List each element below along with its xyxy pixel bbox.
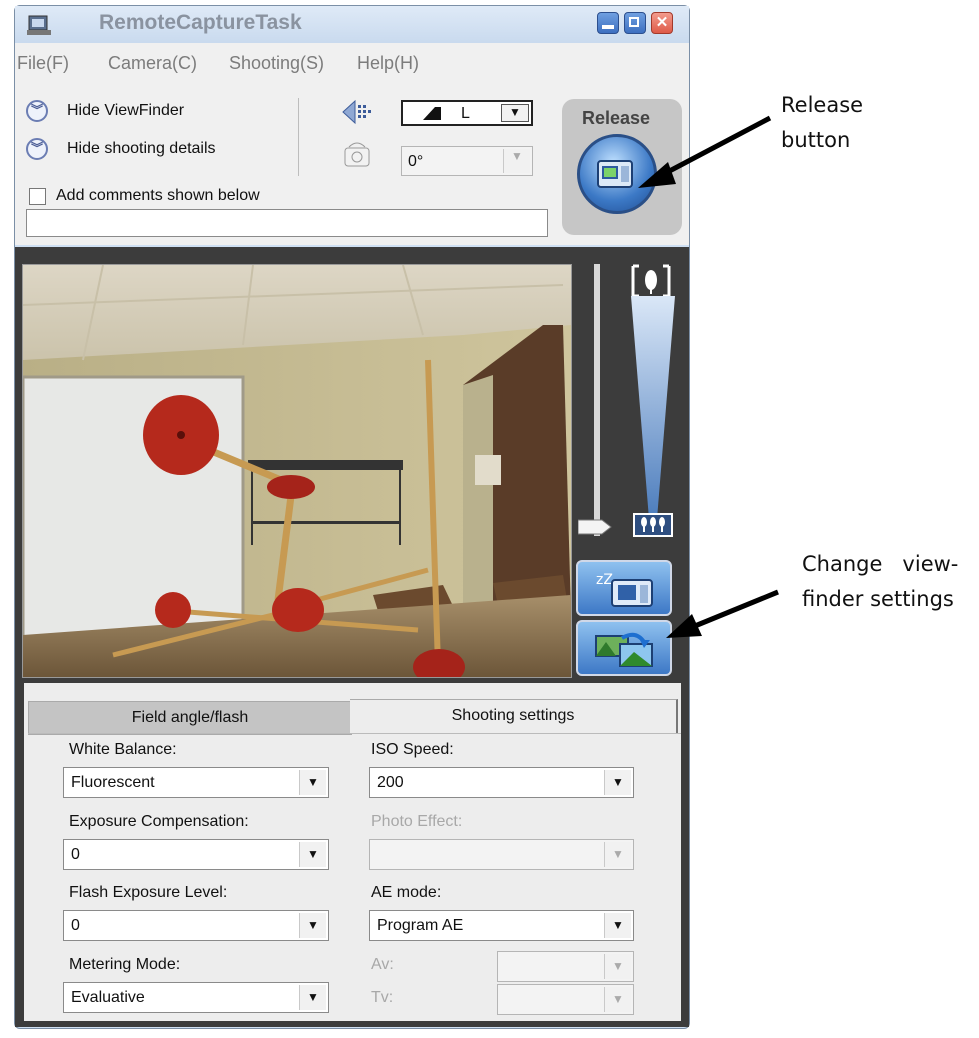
viewfinder-arrow [689,589,779,631]
release-arrow [658,115,772,179]
annotation-arrows [638,115,779,638]
